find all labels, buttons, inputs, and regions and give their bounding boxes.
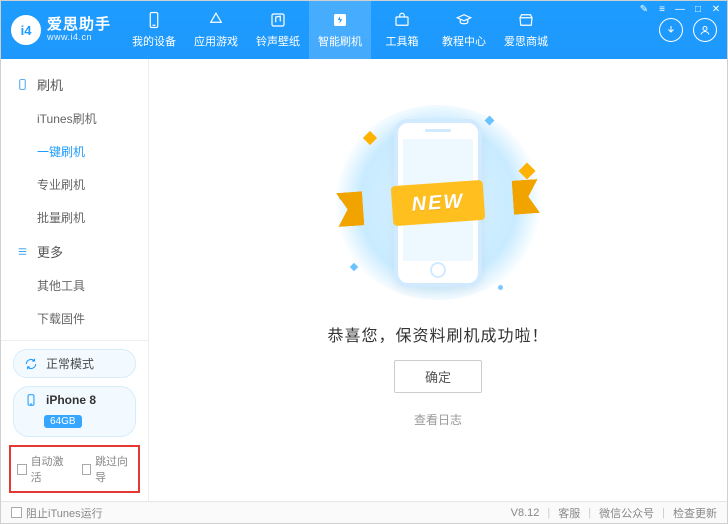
store-icon (517, 11, 535, 29)
close-button[interactable]: ✕ (708, 2, 724, 16)
device-mode-pill[interactable]: 正常模式 (13, 349, 136, 378)
storage-badge: 64GB (44, 415, 82, 428)
ribbon-text: NEW (390, 179, 485, 225)
main-panel: NEW 恭喜您，保资料刷机成功啦！ 确定 查看日志 (149, 59, 727, 501)
tab-label: 工具箱 (386, 33, 419, 49)
version-text: V8.12 (511, 507, 540, 519)
menu-icon[interactable]: ≡ (654, 2, 670, 16)
sidebar-group-more[interactable]: 更多 (1, 234, 148, 269)
device-mode-label: 正常模式 (46, 355, 94, 372)
header-tabs: 我的设备 应用游戏 铃声壁纸 智能刷机 工具箱 教程中心 爱思商城 (123, 1, 659, 59)
options-highlight-box: 自动激活 跳过向导 (9, 445, 140, 493)
flash-icon (331, 11, 349, 29)
brand-logo-icon: i4 (11, 15, 41, 45)
checkbox-label: 自动激活 (31, 453, 68, 485)
tab-label: 应用游戏 (194, 33, 238, 49)
tab-apps-games[interactable]: 应用游戏 (185, 1, 247, 59)
refresh-icon (24, 357, 38, 371)
phone-icon (145, 11, 163, 29)
checkbox-icon (11, 507, 22, 518)
user-button[interactable] (693, 18, 717, 42)
checkbox-skip-guide[interactable]: 跳过向导 (82, 453, 133, 485)
tab-tutorials[interactable]: 教程中心 (433, 1, 495, 59)
checkbox-auto-activate[interactable]: 自动激活 (17, 453, 68, 485)
tab-label: 我的设备 (132, 33, 176, 49)
brand: i4 爱思助手 www.i4.cn (1, 1, 123, 59)
tab-toolbox[interactable]: 工具箱 (371, 1, 433, 59)
download-button[interactable] (659, 18, 683, 42)
device-phone-icon (24, 393, 38, 407)
maximize-button[interactable]: □ (690, 2, 706, 16)
checkbox-label: 跳过向导 (95, 453, 132, 485)
checkbox-icon (17, 464, 27, 475)
sidebar-item-download-firmware[interactable]: 下载固件 (1, 302, 148, 335)
checkbox-label: 阻止iTunes运行 (26, 505, 103, 521)
sidebar-group-flash[interactable]: 刷机 (1, 67, 148, 102)
sidebar-group-title: 更多 (37, 242, 63, 261)
sidebar-item-oneclick-flash[interactable]: 一键刷机 (1, 135, 148, 168)
sidebar: 刷机 iTunes刷机 一键刷机 专业刷机 批量刷机 更多 其他工具 下载固件 … (1, 59, 149, 501)
status-bar: 阻止iTunes运行 V8.12 | 客服 | 微信公众号 | 检查更新 (1, 501, 727, 523)
minimize-button[interactable]: ― (672, 2, 688, 16)
tab-smart-flash[interactable]: 智能刷机 (309, 1, 371, 59)
feedback-icon[interactable]: ✎ (636, 2, 652, 16)
sidebar-item-pro-flash[interactable]: 专业刷机 (1, 168, 148, 201)
tab-label: 智能刷机 (318, 33, 362, 49)
sidebar-group-title: 刷机 (37, 75, 63, 94)
tab-store[interactable]: 爱思商城 (495, 1, 557, 59)
ok-button[interactable]: 确定 (394, 360, 482, 393)
check-update-link[interactable]: 检查更新 (673, 505, 717, 521)
view-log-link[interactable]: 查看日志 (414, 411, 462, 428)
tab-label: 教程中心 (442, 33, 486, 49)
checkbox-icon (82, 464, 92, 475)
device-info-pill[interactable]: iPhone 8 64GB (13, 386, 136, 437)
titlebar: i4 爱思助手 www.i4.cn 我的设备 应用游戏 铃声壁纸 智能刷机 工具… (1, 1, 727, 59)
toolbox-icon (393, 11, 411, 29)
tab-label: 爱思商城 (504, 33, 548, 49)
graduation-icon (455, 11, 473, 29)
menu-lines-icon (15, 245, 29, 259)
tab-my-device[interactable]: 我的设备 (123, 1, 185, 59)
wechat-link[interactable]: 微信公众号 (599, 505, 654, 521)
music-icon (269, 11, 287, 29)
support-link[interactable]: 客服 (558, 505, 580, 521)
sidebar-item-itunes-flash[interactable]: iTunes刷机 (1, 102, 148, 135)
tab-label: 铃声壁纸 (256, 33, 300, 49)
sidebar-item-batch-flash[interactable]: 批量刷机 (1, 201, 148, 234)
brand-subtitle: www.i4.cn (47, 33, 111, 43)
window-controls: ✎ ≡ ― □ ✕ (636, 2, 724, 16)
device-name: iPhone 8 (46, 393, 96, 407)
apps-icon (207, 11, 225, 29)
checkbox-block-itunes[interactable]: 阻止iTunes运行 (11, 505, 103, 521)
success-illustration: NEW (333, 105, 543, 300)
brand-title: 爱思助手 (47, 17, 111, 34)
success-message: 恭喜您，保资料刷机成功啦！ (327, 322, 548, 346)
sidebar-item-other-tools[interactable]: 其他工具 (1, 269, 148, 302)
tab-ringtones-wallpapers[interactable]: 铃声壁纸 (247, 1, 309, 59)
phone-outline-icon (15, 78, 29, 92)
